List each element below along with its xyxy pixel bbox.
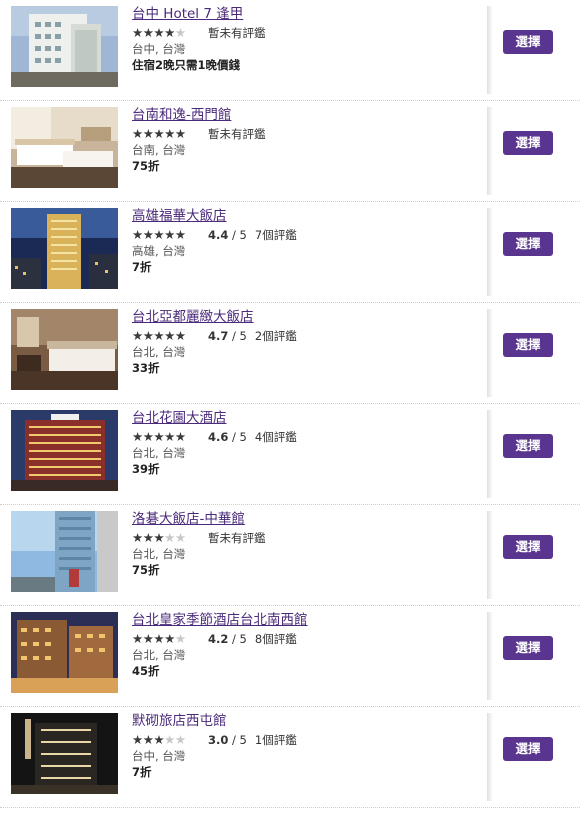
hotel-name-link[interactable]: 默砌旅店西屯館 [132,712,462,730]
star-rating: ★★★★★ [132,429,186,444]
deal-text: 45折 [132,664,160,678]
deal-text: 33折 [132,361,160,375]
star-rating: ★★★★★ [132,227,186,242]
hotel-list-item: 台北亞都麗緻大飯店 ★★★★★ 4.7 / 5 2個評鑑 台北, 台灣 33折 選擇 [0,303,580,404]
hotel-location: 高雄, 台灣 [132,244,186,258]
guest-score: 4.2 [208,632,229,646]
select-button[interactable]: 選擇 [503,535,553,559]
review-count: 暫未有評鑑 [208,26,266,40]
score-suffix: / 5 [228,430,247,444]
hotel-list-item: 台北皇家季節酒店台北南西館 ★★★★★ 4.2 / 5 8個評鑑 台北, 台灣 45… [0,606,580,707]
select-button[interactable]: 選擇 [503,737,553,761]
hotel-location: 台北, 台灣 [132,547,186,561]
hotel-name-link[interactable]: 台南和逸-西門館 [132,106,462,124]
hotel-location: 台中, 台灣 [132,749,186,763]
review-count: 暫未有評鑑 [208,531,266,545]
select-button[interactable]: 選擇 [503,131,553,155]
star-rating: ★★★★★ [132,530,186,545]
hotel-location: 台北, 台灣 [132,446,186,460]
hotel-photo[interactable] [11,511,118,592]
deal-text: 住宿2晚只需1晚價錢 [132,58,241,72]
review-count: 1個評鑑 [254,733,297,747]
deal-text: 7折 [132,260,152,274]
review-count: 2個評鑑 [254,329,297,343]
review-count: 7個評鑑 [254,228,297,242]
hotel-photo[interactable] [11,612,118,693]
select-button[interactable]: 選擇 [503,333,553,357]
hotel-location: 台北, 台灣 [132,648,186,662]
hotel-name-link[interactable]: 洛碁大飯店-中華館 [132,510,462,528]
hotel-list-item: 台南和逸-西門館 ★★★★★ 暫未有評鑑 台南, 台灣 75折 選擇 [0,101,580,202]
deal-text: 75折 [132,159,160,173]
score-suffix: / 5 [228,228,247,242]
guest-score: 3.0 [208,733,229,747]
deal-text: 75折 [132,563,160,577]
hotel-name-link[interactable]: 台北花園大酒店 [132,409,462,427]
guest-score: 4.6 [208,430,229,444]
star-rating: ★★★★★ [132,631,186,646]
score-suffix: / 5 [228,733,247,747]
star-rating: ★★★★★ [132,732,186,747]
hotel-photo[interactable] [11,6,118,87]
hotel-list-item: 高雄福華大飯店 ★★★★★ 4.4 / 5 7個評鑑 高雄, 台灣 7折 選擇 [0,202,580,303]
hotel-list-item: 默砌旅店西屯館 ★★★★★ 3.0 / 5 1個評鑑 台中, 台灣 7折 選擇 [0,707,580,808]
hotel-name-link[interactable]: 高雄福華大飯店 [132,207,462,225]
hotel-result-list: 台中 Hotel 7 逢甲 ★★★★★ 暫未有評鑑 台中, 台灣 住宿2晚只需1晚… [0,0,580,808]
star-rating: ★★★★★ [132,126,186,141]
hotel-photo[interactable] [11,309,118,390]
hotel-name-link[interactable]: 台中 Hotel 7 逢甲 [132,5,462,23]
select-button[interactable]: 選擇 [503,232,553,256]
hotel-photo[interactable] [11,208,118,289]
score-suffix: / 5 [228,632,247,646]
hotel-photo[interactable] [11,713,118,794]
deal-text: 7折 [132,765,152,779]
hotel-photo[interactable] [11,107,118,188]
select-button[interactable]: 選擇 [503,30,553,54]
hotel-list-item: 洛碁大飯店-中華館 ★★★★★ 暫未有評鑑 台北, 台灣 75折 選擇 [0,505,580,606]
hotel-list-item: 台中 Hotel 7 逢甲 ★★★★★ 暫未有評鑑 台中, 台灣 住宿2晚只需1晚… [0,0,580,101]
hotel-list-item: 台北花園大酒店 ★★★★★ 4.6 / 5 4個評鑑 台北, 台灣 39折 選擇 [0,404,580,505]
review-count: 4個評鑑 [254,430,297,444]
review-count: 8個評鑑 [254,632,297,646]
deal-text: 39折 [132,462,160,476]
star-rating: ★★★★★ [132,328,186,343]
score-suffix: / 5 [228,329,247,343]
hotel-name-link[interactable]: 台北皇家季節酒店台北南西館 [132,611,462,629]
hotel-location: 台南, 台灣 [132,143,186,157]
review-count: 暫未有評鑑 [208,127,266,141]
select-button[interactable]: 選擇 [503,636,553,660]
hotel-name-link[interactable]: 台北亞都麗緻大飯店 [132,308,462,326]
select-button[interactable]: 選擇 [503,434,553,458]
hotel-location: 台中, 台灣 [132,42,186,56]
star-rating: ★★★★★ [132,25,186,40]
hotel-photo[interactable] [11,410,118,491]
hotel-location: 台北, 台灣 [132,345,186,359]
guest-score: 4.7 [208,329,229,343]
guest-score: 4.4 [208,228,229,242]
